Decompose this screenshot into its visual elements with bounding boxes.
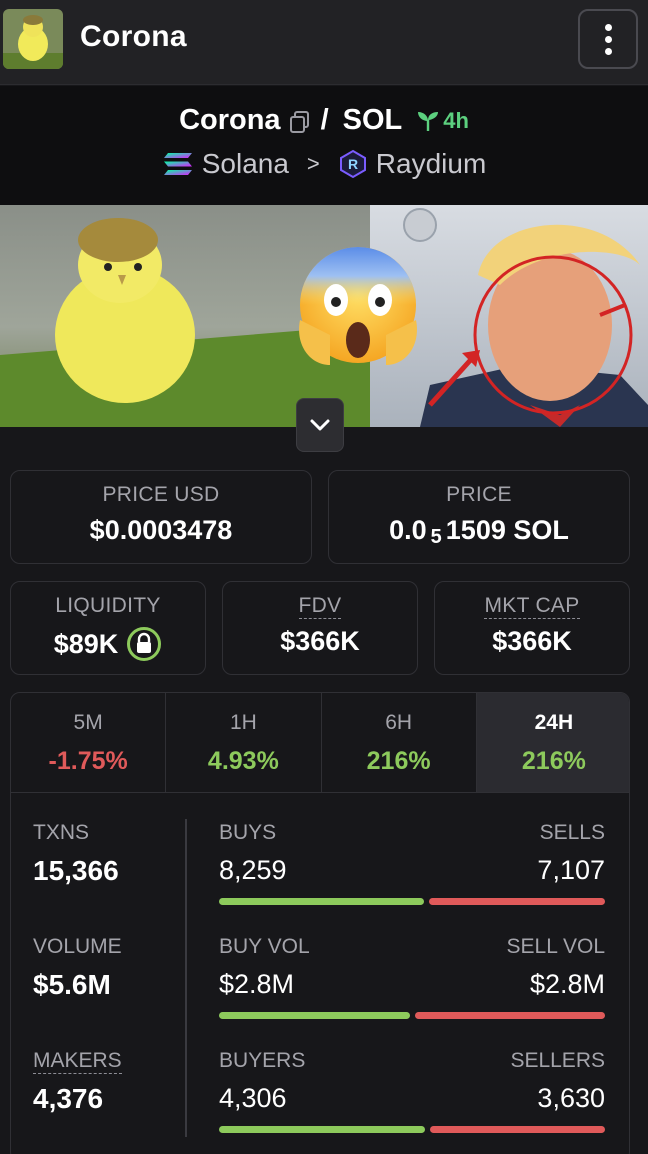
fdv-label-wrap: FDV	[223, 594, 417, 619]
sell-vol-label: SELL VOL	[506, 935, 605, 958]
timeframe-tabs: 5M -1.75% 1H 4.93% 6H 216% 24H 216%	[11, 693, 629, 793]
token-banner-image	[0, 205, 648, 427]
copy-icon[interactable]	[289, 109, 311, 133]
chain-dex-breadcrumb: Solana > R Raydium	[0, 148, 648, 180]
buyers-label: BUYERS	[219, 1049, 306, 1072]
tab-6h[interactable]: 6H 216%	[322, 693, 477, 792]
price-native-prefix: 0.0	[389, 515, 427, 545]
price-native-zero-count: 5	[430, 526, 442, 548]
top-bar: Corona	[0, 0, 648, 85]
txns-stat: TXNS 15,366	[33, 821, 119, 887]
more-vertical-icon	[604, 23, 612, 31]
fdv-card: FDV $366K	[222, 581, 418, 675]
base-token-symbol: Corona	[179, 104, 281, 136]
sellers-value: 3,630	[537, 1083, 605, 1113]
chain-name[interactable]: Solana	[202, 148, 289, 180]
price-native-unit: SOL	[513, 515, 569, 545]
makers-value: 4,376	[33, 1083, 104, 1114]
pair-line: Corona / SOL 4h	[0, 104, 648, 137]
lock-icon[interactable]	[126, 626, 162, 662]
price-usd-label: PRICE USD	[102, 483, 220, 506]
tab-label: 6H	[385, 711, 413, 734]
fdv-value: $366K	[280, 626, 360, 656]
pair-age: 4h	[416, 108, 469, 134]
mkt-cap-label[interactable]: MKT CAP	[484, 594, 580, 619]
buyers-sellers-bar	[219, 1126, 605, 1133]
quote-token-symbol: SOL	[342, 104, 403, 136]
sprout-icon	[418, 111, 439, 131]
tab-change: 4.93%	[207, 747, 279, 775]
tab-change: -1.75%	[48, 747, 128, 775]
mkt-cap-card: MKT CAP $366K	[434, 581, 630, 675]
sell-vol-bar-fill	[415, 1012, 605, 1019]
dex-name[interactable]: Raydium	[376, 148, 486, 180]
sells-label: SELLS	[539, 821, 605, 844]
expand-banner-button[interactable]	[296, 398, 344, 452]
tab-label: 1H	[229, 711, 257, 734]
fdv-label[interactable]: FDV	[298, 594, 342, 619]
more-menu-button[interactable]	[578, 9, 638, 69]
sellers-bar-fill	[430, 1126, 605, 1133]
price-usd-card: PRICE USD $0.0003478	[10, 470, 312, 564]
pair-separator: /	[320, 104, 329, 136]
svg-text:R: R	[348, 156, 358, 172]
tab-5m[interactable]: 5M -1.75%	[11, 693, 167, 792]
chevron-right-icon: >	[306, 151, 320, 176]
mkt-cap-label-wrap: MKT CAP	[435, 594, 629, 619]
volume-split-bar	[219, 1012, 605, 1019]
volume-label: VOLUME	[33, 935, 122, 958]
makers-label[interactable]: MAKERS	[33, 1049, 122, 1074]
liquidity-label: LIQUIDITY	[55, 594, 161, 617]
volume-stat: VOLUME $5.6M	[33, 935, 122, 1001]
tab-label: 24H	[534, 711, 574, 734]
solana-icon	[163, 153, 192, 175]
buy-vol-label: BUY VOL	[219, 935, 310, 958]
tab-24h[interactable]: 24H 216%	[476, 693, 629, 792]
buy-vol-bar-fill	[219, 1012, 410, 1019]
token-avatar	[3, 9, 63, 69]
buys-label: BUYS	[219, 821, 277, 844]
sell-vol-value: $2.8M	[529, 969, 605, 999]
tab-change: 216%	[366, 747, 431, 775]
more-vertical-icon-dot	[604, 47, 612, 55]
txns-label: TXNS	[33, 821, 90, 844]
sells-value: 7,107	[537, 855, 605, 885]
makers-label-wrap: MAKERS	[33, 1049, 122, 1074]
buys-value: 8,259	[219, 855, 287, 885]
sells-bar-fill	[429, 898, 605, 905]
price-native-card: PRICE 0.0 5 1509 SOL	[328, 470, 630, 564]
liquidity-value-row: $89K	[11, 626, 205, 662]
sellers-label: SELLERS	[510, 1049, 605, 1072]
buys-sells-bar	[219, 898, 605, 905]
buys-sells-row: BUYS SELLS 8,259 7,107	[219, 821, 605, 905]
raydium-icon: R	[339, 149, 366, 179]
liquidity-value: $89K	[53, 628, 119, 659]
chevron-down-icon	[310, 419, 330, 431]
volume-split-row: BUY VOL SELL VOL $2.8M $2.8M	[219, 935, 605, 1019]
txns-value: 15,366	[33, 855, 119, 886]
buys-bar-fill	[219, 898, 424, 905]
price-native-value: 0.0 5 1509 SOL	[329, 515, 629, 549]
makers-stat: MAKERS 4,376	[33, 1049, 122, 1115]
tab-change: 216%	[521, 747, 586, 775]
buy-vol-value: $2.8M	[219, 969, 295, 999]
price-native-digits: 1509	[445, 515, 506, 545]
liquidity-card: LIQUIDITY $89K	[10, 581, 206, 675]
stats-divider	[185, 819, 187, 1137]
price-usd-value: $0.0003478	[89, 515, 233, 545]
tab-label: 5M	[73, 711, 103, 734]
timeframe-stats-panel: 5M -1.75% 1H 4.93% 6H 216% 24H 216% TXNS…	[10, 692, 630, 1154]
tab-1h[interactable]: 1H 4.93%	[166, 693, 322, 792]
price-native-label: PRICE	[446, 483, 512, 506]
mkt-cap-value: $366K	[492, 626, 572, 656]
volume-value: $5.6M	[33, 969, 111, 1000]
page-title: Corona	[80, 20, 187, 53]
pair-age-value: 4h	[443, 107, 469, 133]
buyers-sellers-row: BUYERS SELLERS 4,306 3,630	[219, 1049, 605, 1133]
buyers-value: 4,306	[219, 1083, 287, 1113]
more-vertical-icon-dot	[604, 35, 612, 43]
buyers-bar-fill	[219, 1126, 425, 1133]
pair-info: Corona / SOL 4h Solana > R Raydium	[0, 86, 648, 205]
